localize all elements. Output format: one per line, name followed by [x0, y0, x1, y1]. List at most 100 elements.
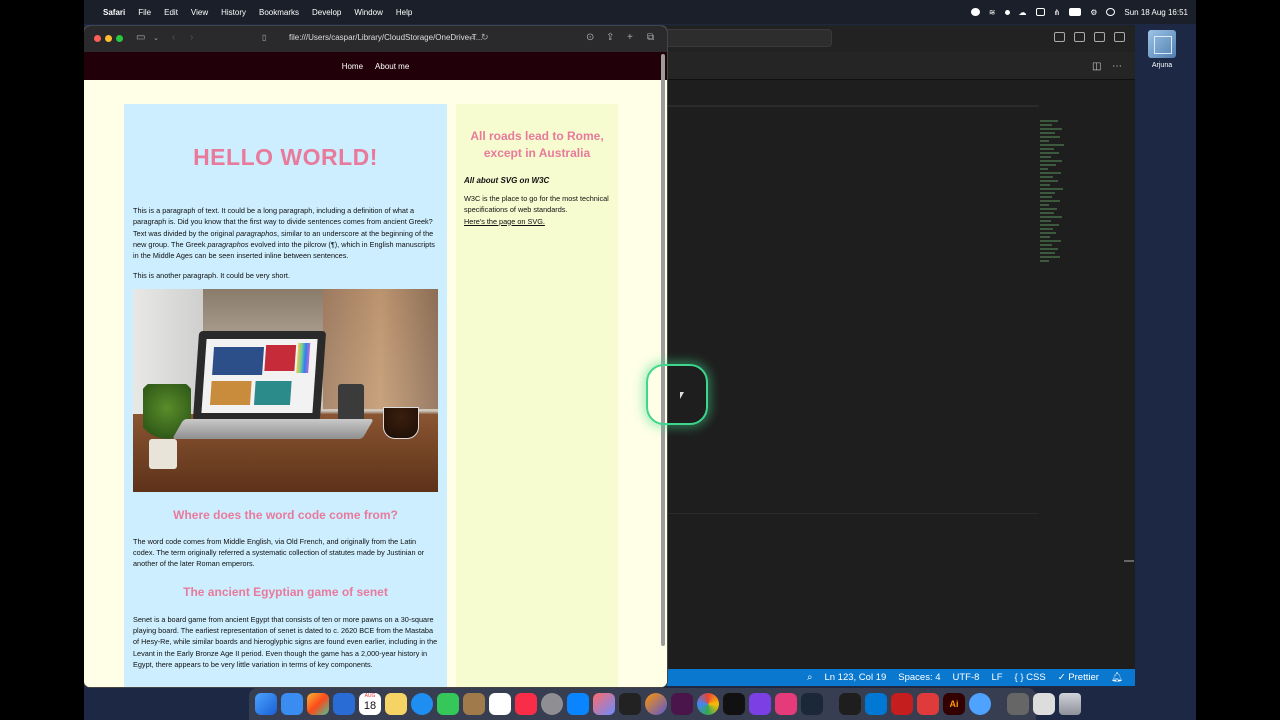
downloads-icon[interactable]: ⊙ [586, 32, 594, 43]
dock-app-store-icon[interactable] [567, 693, 589, 715]
page-title: HELLO WORLD! [193, 144, 378, 170]
sidebar-toggle-icon[interactable]: ▭ [136, 32, 145, 43]
toggle-panel-icon[interactable] [1074, 32, 1085, 42]
zoom-icon[interactable]: ⌕ [807, 672, 812, 683]
safari-toolbar: ▭ ⌄ ‹ › ▯ file:///Users/caspar/Library/C… [84, 26, 667, 52]
dock-messages-icon[interactable] [437, 693, 459, 715]
dot-icon[interactable] [1004, 9, 1010, 15]
dock-vscode-icon[interactable] [865, 693, 887, 715]
menu-app-name[interactable]: Safari [103, 8, 125, 17]
address-bar[interactable]: file:///Users/caspar/Library/CloudStorag… [289, 33, 482, 42]
dock-arc-icon[interactable] [775, 693, 797, 715]
battery-icon[interactable] [1069, 8, 1082, 16]
wifi-icon[interactable]: ≋ [989, 8, 996, 17]
dock-reminders-icon[interactable] [489, 693, 511, 715]
menu-help[interactable]: Help [396, 8, 412, 17]
dock-filezilla-icon[interactable] [917, 693, 939, 715]
web-page[interactable]: Home About me HELLO WORLD! This is a par… [84, 52, 667, 687]
dock-tasks-icon[interactable] [333, 693, 355, 715]
main-content: HELLO WORLD! This is a paragraph of text… [124, 104, 447, 687]
menu-view[interactable]: View [191, 8, 208, 17]
dock-acrobat-icon[interactable] [891, 693, 913, 715]
status-items: ≋ ☁ ⋔ ⚙ Sun 18 Aug 16:51 [970, 0, 1188, 24]
zoom-window-button[interactable] [116, 35, 123, 42]
menu-bookmarks[interactable]: Bookmarks [259, 8, 299, 17]
command-center[interactable] [644, 29, 832, 47]
new-tab-icon[interactable]: + [627, 32, 633, 43]
reload-icon[interactable]: ↻ [481, 32, 489, 43]
menu-develop[interactable]: Develop [312, 8, 341, 17]
dock-archive-icon[interactable] [463, 693, 485, 715]
record-icon[interactable] [970, 8, 980, 16]
editor-scroll-indicator[interactable] [1124, 560, 1134, 562]
split-editor-icon[interactable]: ◫ [1092, 61, 1101, 72]
notifications-bell-icon[interactable]: 🔔︎ [1111, 672, 1123, 683]
dock-finder-icon[interactable] [255, 693, 277, 715]
dock-trash-icon[interactable] [1059, 693, 1081, 715]
heading-senet: The ancient Egyptian game of senet [183, 584, 388, 599]
toggle-primary-sidebar-icon[interactable] [1054, 32, 1065, 42]
end-of-line[interactable]: LF [991, 672, 1002, 683]
dock-launchpad-icon[interactable] [307, 693, 329, 715]
dock-slack-icon[interactable] [671, 693, 693, 715]
cloud-icon[interactable]: ☁ [1019, 8, 1027, 17]
more-actions-icon[interactable]: ⋯ [1112, 61, 1122, 72]
dock-image-thumbnail-icon[interactable] [1007, 693, 1029, 715]
indentation[interactable]: Spaces: 4 [898, 672, 940, 683]
sidebar-content: All roads lead to Rome, except in Austra… [456, 104, 618, 687]
page-scrollbar[interactable] [661, 54, 665, 646]
nav-home-link[interactable]: Home [342, 62, 363, 71]
editor-titlebar [644, 25, 1135, 52]
dock-safari-icon[interactable] [411, 693, 433, 715]
dock-illustrator-icon[interactable]: Ai [943, 693, 965, 715]
page-icon: ▯ [262, 33, 267, 42]
menu-file[interactable]: File [138, 8, 151, 17]
dock-quicktime-icon[interactable] [969, 693, 991, 715]
dock-window-thumbnail-icon[interactable] [1033, 693, 1055, 715]
desktop-icon-arjuna[interactable]: Arjuna [1142, 30, 1182, 69]
chevron-down-icon[interactable]: ⌄ [153, 34, 159, 42]
tab-overview-icon[interactable]: ⧉ [647, 32, 654, 43]
dock-creative-cloud-icon[interactable] [749, 693, 771, 715]
customize-layout-icon[interactable] [1114, 32, 1125, 42]
code-area[interactable] [644, 105, 1134, 672]
minimap[interactable] [1040, 120, 1070, 280]
minimize-window-button[interactable] [105, 35, 112, 42]
menu-edit[interactable]: Edit [164, 8, 178, 17]
dock-chatgpt-icon[interactable] [723, 693, 745, 715]
dock-unity-icon[interactable] [619, 693, 641, 715]
dock-firefox-icon[interactable] [645, 693, 667, 715]
close-window-button[interactable] [94, 35, 101, 42]
nav-about-link[interactable]: About me [375, 62, 409, 71]
dock-settings-icon[interactable] [541, 693, 563, 715]
control-center-icon[interactable]: ⚙ [1090, 8, 1097, 17]
back-icon[interactable]: ‹ [172, 32, 175, 43]
dock-steam-icon[interactable] [801, 693, 823, 715]
dock-calendar-icon[interactable]: AUG 18 [359, 693, 381, 715]
antenna-icon[interactable]: ⋔ [1054, 8, 1061, 17]
editor-divider [644, 513, 1039, 514]
paragraph-2: This is another paragraph. It could be v… [133, 271, 290, 281]
encoding[interactable]: UTF-8 [953, 672, 980, 683]
clock[interactable]: Sun 18 Aug 16:51 [1124, 8, 1188, 17]
site-nav: Home About me [84, 52, 667, 80]
siri-icon[interactable] [1106, 8, 1116, 16]
prettier-status[interactable]: ✓ Prettier [1058, 672, 1099, 683]
dock-terminal-icon[interactable] [839, 693, 861, 715]
share-icon[interactable]: ⇪ [606, 32, 614, 43]
dock-notes-icon[interactable] [385, 693, 407, 715]
menu-window[interactable]: Window [354, 8, 382, 17]
keyboard-icon[interactable] [1035, 8, 1045, 16]
language-mode[interactable]: { } CSS [1015, 672, 1046, 683]
toggle-secondary-sidebar-icon[interactable] [1094, 32, 1105, 42]
desktop-icon-label: Arjuna [1151, 62, 1173, 69]
dock-photoshop-icon[interactable] [593, 693, 615, 715]
forward-icon[interactable]: › [190, 32, 193, 43]
svg-link[interactable]: Here's the page on SVG. [464, 217, 545, 226]
dock-music-icon[interactable] [515, 693, 537, 715]
translate-icon[interactable]: ⇄ [469, 33, 476, 42]
menu-history[interactable]: History [221, 8, 246, 17]
dock-mail-icon[interactable] [281, 693, 303, 715]
cursor-position[interactable]: Ln 123, Col 19 [824, 672, 886, 683]
dock-chrome-icon[interactable] [697, 693, 719, 715]
